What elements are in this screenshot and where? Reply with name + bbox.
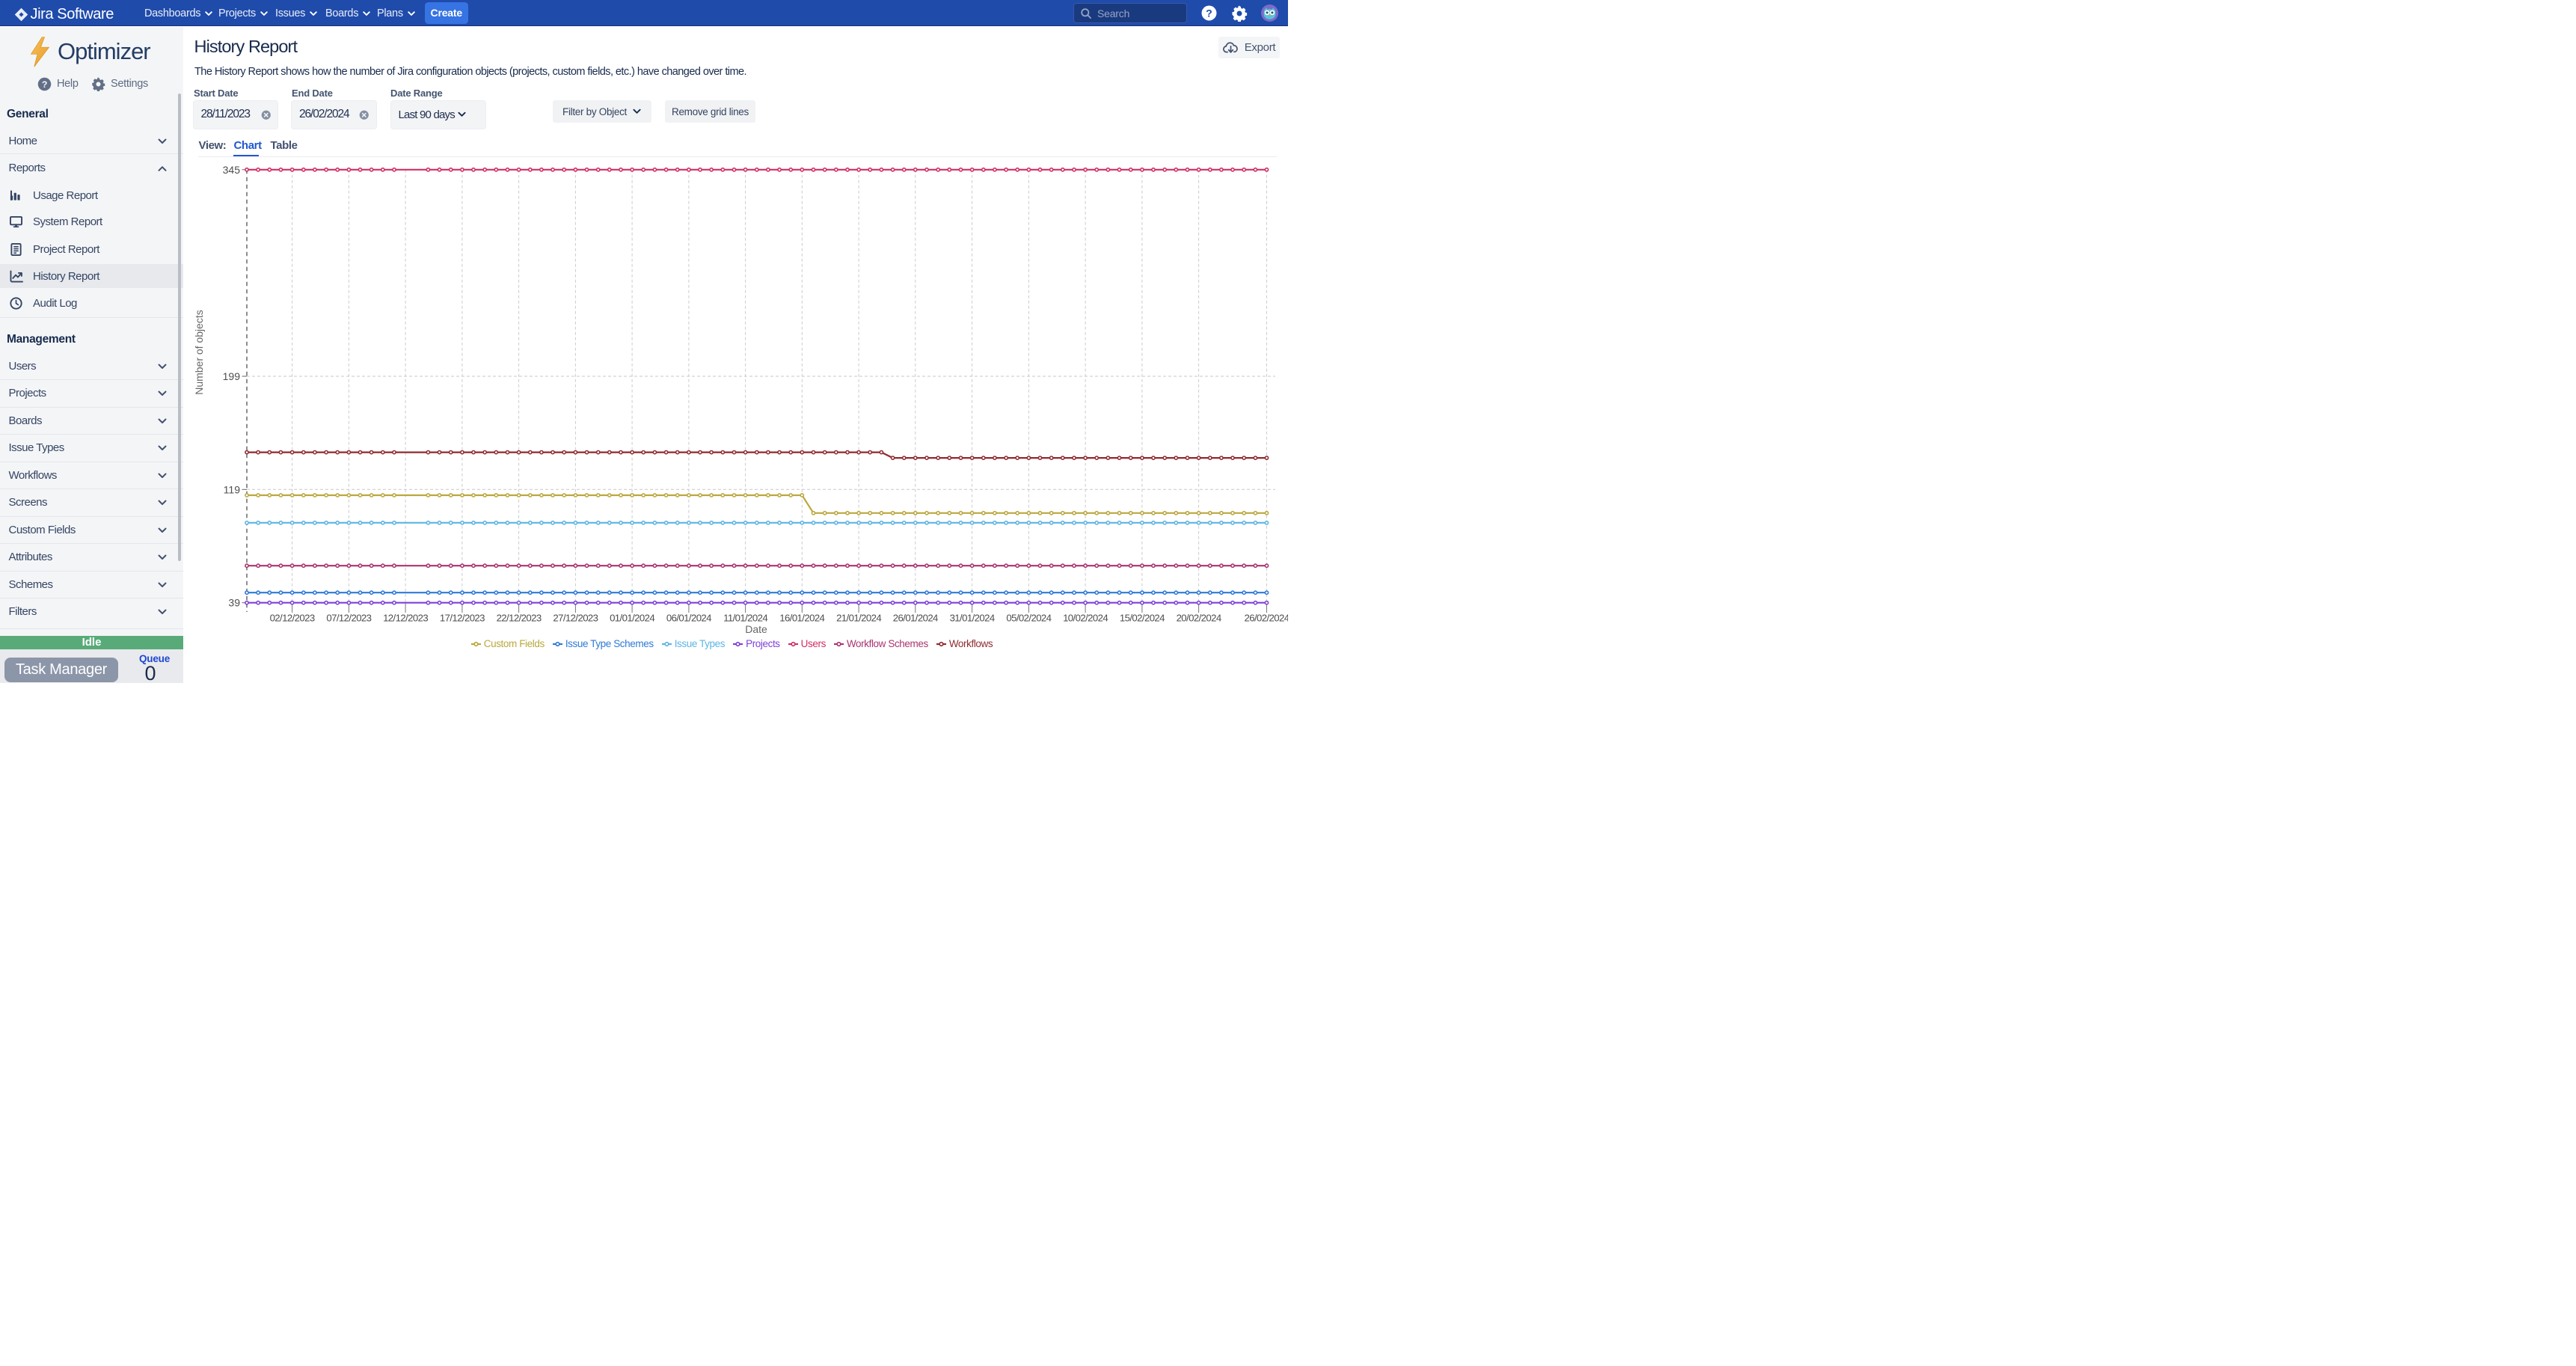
svg-text:?: ? <box>42 79 47 89</box>
svg-text:?: ? <box>1206 8 1212 20</box>
